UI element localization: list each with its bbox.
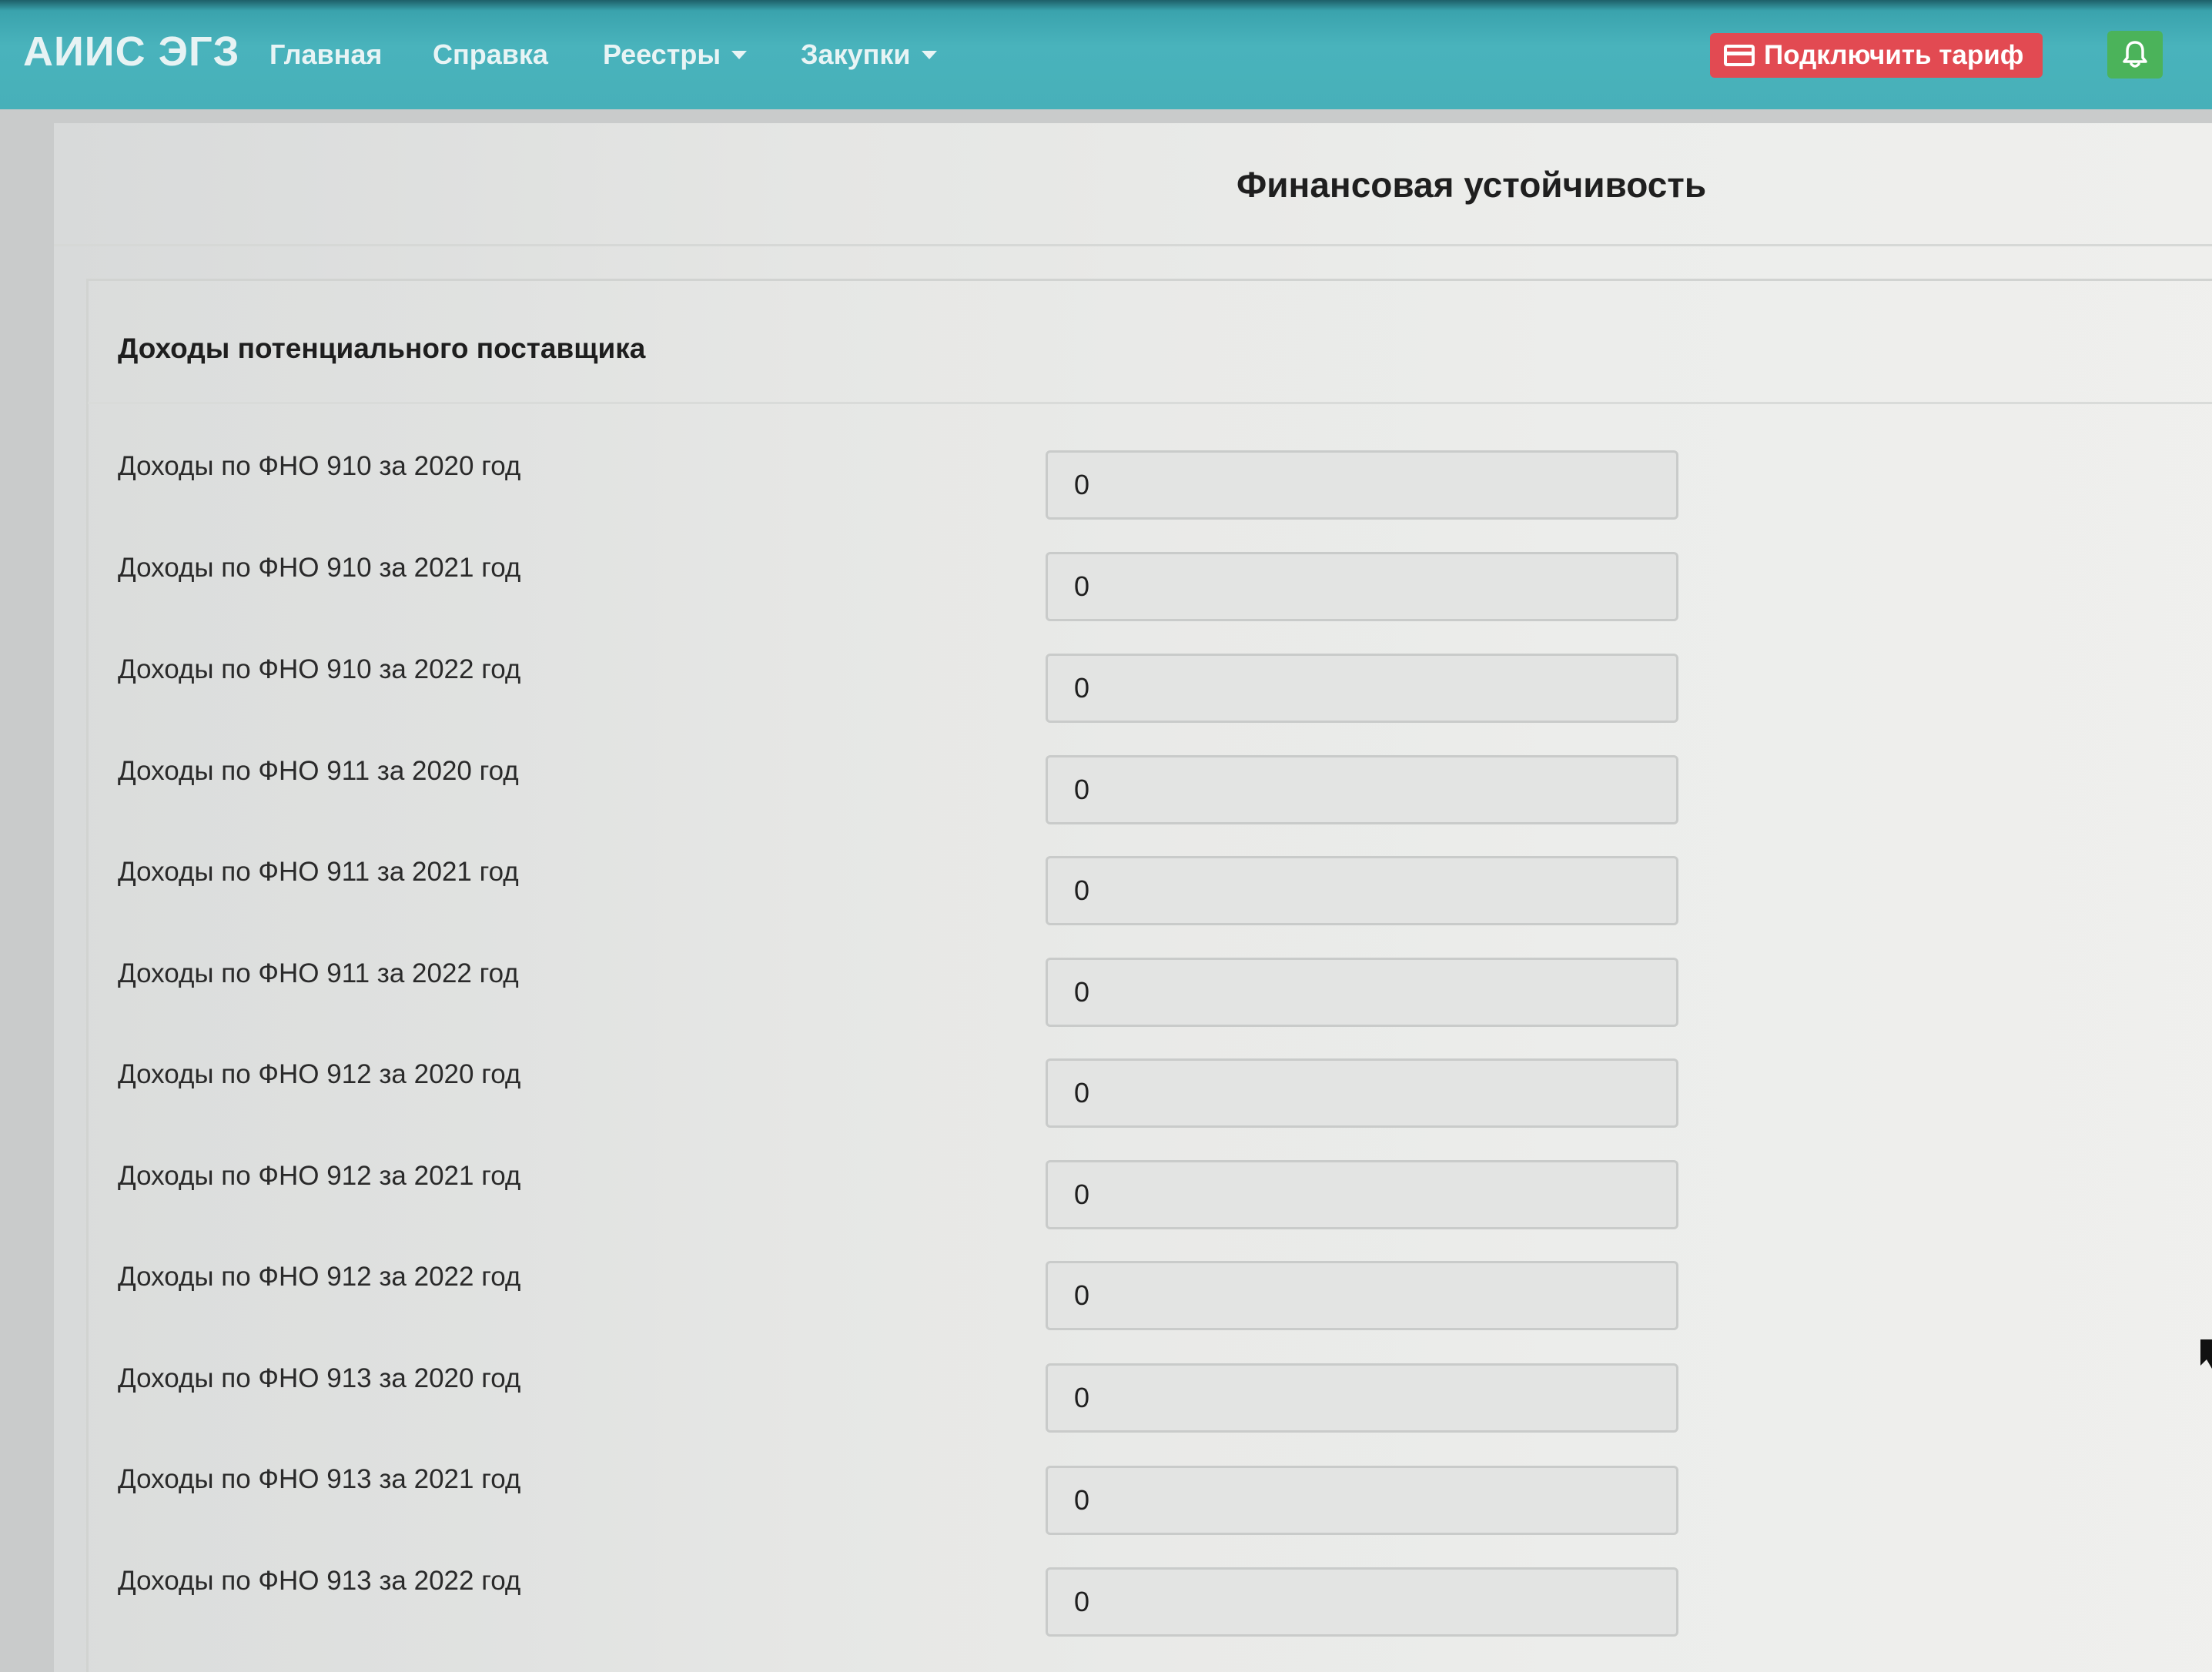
fno912-2021-input[interactable]	[1046, 1160, 1678, 1229]
caret-down-icon	[921, 50, 937, 59]
fno910-2022-input[interactable]	[1046, 654, 1678, 723]
nav-link-home-label: Главная	[269, 38, 383, 70]
nav-link-home[interactable]: Главная	[269, 38, 382, 71]
credit-card-icon	[1724, 45, 1755, 66]
field-label-fno913-2020: Доходы по ФНО 913 за 2020 год	[118, 1363, 521, 1393]
field-label-fno913-2022: Доходы по ФНО 913 за 2022 год	[118, 1566, 521, 1596]
fno912-2020-input[interactable]	[1046, 1058, 1678, 1128]
brand-logo[interactable]: АИИС ЭГЗ	[23, 28, 239, 75]
nav-link-registries-label: Реестры	[603, 38, 721, 70]
fno913-2021-input[interactable]	[1046, 1466, 1678, 1535]
fno913-2022-input[interactable]	[1046, 1567, 1678, 1637]
field-label-fno910-2020: Доходы по ФНО 910 за 2020 год	[118, 451, 521, 481]
fno912-2022-input[interactable]	[1046, 1261, 1678, 1330]
field-label-fno912-2021: Доходы по ФНО 912 за 2021 год	[118, 1161, 521, 1191]
field-label-fno911-2022: Доходы по ФНО 911 за 2022 год	[118, 958, 519, 988]
caret-down-icon	[731, 50, 748, 59]
nav-link-registries[interactable]: Реестры	[603, 38, 748, 71]
fno910-2020-input[interactable]	[1046, 450, 1678, 520]
fno910-2021-input[interactable]	[1046, 552, 1678, 621]
field-label-fno910-2021: Доходы по ФНО 910 за 2021 год	[118, 553, 521, 583]
fno911-2020-input[interactable]	[1046, 755, 1678, 824]
connect-tariff-button[interactable]: Подключить тариф	[1710, 33, 2043, 78]
top-navbar: АИИС ЭГЗ Главная Справка Реестры Закупки…	[0, 0, 2212, 109]
bell-icon	[2123, 41, 2147, 68]
fno911-2021-input[interactable]	[1046, 856, 1678, 925]
section-title: Доходы потенциального поставщика	[118, 333, 646, 364]
field-label-fno912-2020: Доходы по ФНО 912 за 2020 год	[118, 1059, 521, 1089]
field-label-fno911-2020: Доходы по ФНО 911 за 2020 год	[118, 756, 519, 786]
nav-link-purchases-label: Закупки	[801, 38, 911, 70]
fno913-2020-input[interactable]	[1046, 1363, 1678, 1433]
field-label-fno911-2021: Доходы по ФНО 911 за 2021 год	[118, 857, 519, 887]
fno911-2022-input[interactable]	[1046, 958, 1678, 1027]
page-header	[54, 123, 2212, 246]
connect-tariff-label: Подключить тариф	[1764, 40, 2024, 70]
field-label-fno910-2022: Доходы по ФНО 910 за 2022 год	[118, 654, 521, 684]
nav-link-help[interactable]: Справка	[433, 38, 548, 71]
field-label-fno913-2021: Доходы по ФНО 913 за 2021 год	[118, 1464, 521, 1494]
notifications-button[interactable]	[2107, 31, 2163, 79]
page-title: Финансовая устойчивость	[1237, 165, 1707, 205]
section-divider	[88, 402, 2212, 404]
mouse-cursor-icon	[2200, 1339, 2212, 1369]
field-label-fno912-2022: Доходы по ФНО 912 за 2022 год	[118, 1262, 521, 1292]
nav-link-help-label: Справка	[433, 38, 548, 70]
nav-link-purchases[interactable]: Закупки	[801, 38, 937, 71]
